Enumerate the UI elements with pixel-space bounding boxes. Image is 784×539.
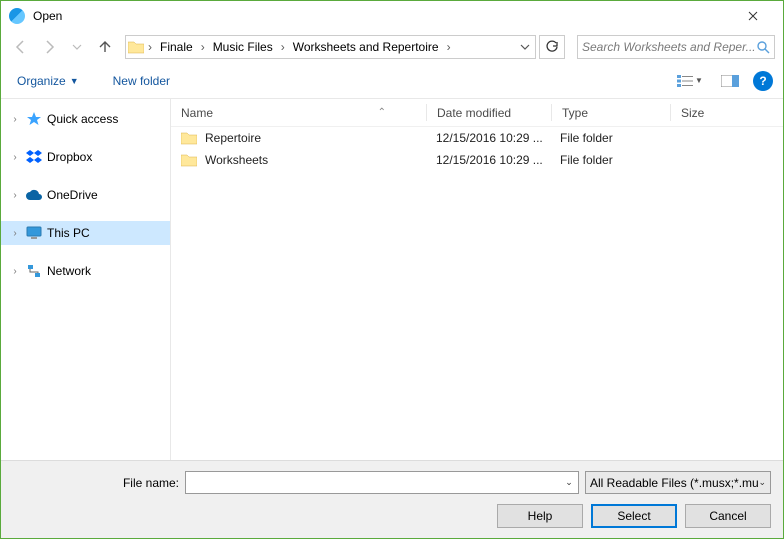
organize-label: Organize (17, 74, 66, 88)
file-date: 12/15/2016 10:29 ... (426, 153, 550, 167)
folder-icon (126, 36, 146, 58)
preview-pane-button[interactable] (713, 70, 747, 92)
network-icon (25, 263, 43, 279)
column-header-name[interactable]: Name ⌃ (171, 106, 426, 120)
arrow-up-icon (97, 39, 113, 55)
main-area: › Quick access › Dropbox › OneDrive › (1, 99, 783, 460)
nav-item-network[interactable]: › Network (1, 259, 170, 283)
filename-label: File name: (1, 476, 179, 490)
refresh-icon (545, 40, 559, 54)
file-row[interactable]: Worksheets 12/15/2016 10:29 ... File fol… (171, 149, 783, 171)
breadcrumb[interactable]: › Finale › Music Files › Worksheets and … (125, 35, 536, 59)
chevron-down-icon[interactable]: ⌄ (560, 477, 578, 488)
close-button[interactable] (731, 1, 775, 31)
chevron-right-icon: › (279, 40, 287, 54)
file-name: Worksheets (205, 153, 268, 167)
app-icon (9, 8, 25, 24)
file-type-filter[interactable]: All Readable Files (*.musx;*.mu ⌄ (585, 471, 771, 494)
search-icon (756, 40, 770, 54)
help-button[interactable]: Help (497, 504, 583, 528)
back-button[interactable] (9, 35, 33, 59)
new-folder-button[interactable]: New folder (107, 70, 176, 92)
breadcrumb-item[interactable]: Music Files (207, 36, 279, 58)
chevron-right-icon: › (146, 40, 154, 54)
chevron-down-icon: ⌄ (758, 477, 766, 488)
expander-icon[interactable]: › (9, 152, 21, 163)
file-date: 12/15/2016 10:29 ... (426, 131, 550, 145)
recent-dropdown[interactable] (65, 35, 89, 59)
nav-item-onedrive[interactable]: › OneDrive (1, 183, 170, 207)
breadcrumb-history-button[interactable] (515, 42, 535, 52)
help-icon: ? (759, 74, 766, 88)
expander-icon[interactable]: › (9, 190, 21, 201)
filter-text: All Readable Files (*.musx;*.mu (590, 476, 758, 490)
nav-item-this-pc[interactable]: › This PC (1, 221, 170, 245)
expander-icon[interactable]: › (9, 114, 21, 125)
title-bar: Open (1, 1, 783, 31)
chevron-right-icon: › (199, 40, 207, 54)
nav-label: Quick access (47, 112, 118, 126)
view-mode-button[interactable]: ▼ (673, 70, 707, 92)
chevron-down-icon: ▼ (70, 76, 79, 86)
breadcrumb-item[interactable]: Worksheets and Repertoire (287, 36, 445, 58)
nav-item-quick-access[interactable]: › Quick access (1, 107, 170, 131)
column-header-row: Name ⌃ Date modified Type Size (171, 99, 783, 127)
folder-icon (181, 153, 197, 167)
search-box[interactable] (577, 35, 775, 59)
nav-label: This PC (47, 226, 90, 240)
breadcrumb-item[interactable]: Finale (154, 36, 199, 58)
chevron-down-icon (520, 42, 530, 52)
window-title: Open (33, 9, 62, 23)
select-button[interactable]: Select (591, 504, 677, 528)
cancel-button[interactable]: Cancel (685, 504, 771, 528)
file-name: Repertoire (205, 131, 261, 145)
column-header-type[interactable]: Type (552, 106, 670, 120)
nav-item-dropbox[interactable]: › Dropbox (1, 145, 170, 169)
monitor-icon (25, 225, 43, 241)
forward-button[interactable] (37, 35, 61, 59)
nav-label: Network (47, 264, 91, 278)
list-view-icon (677, 75, 693, 87)
search-input[interactable] (582, 40, 756, 54)
chevron-right-icon: › (445, 40, 453, 54)
column-header-date[interactable]: Date modified (427, 106, 551, 120)
cloud-icon (25, 187, 43, 203)
close-icon (748, 11, 758, 21)
file-type: File folder (550, 153, 668, 167)
up-button[interactable] (93, 35, 117, 59)
arrow-left-icon (13, 39, 29, 55)
toolbar: Organize ▼ New folder ▼ ? (1, 63, 783, 99)
dropbox-icon (25, 149, 43, 165)
filename-combobox[interactable]: ⌄ (185, 471, 579, 494)
file-type: File folder (550, 131, 668, 145)
organize-menu[interactable]: Organize ▼ (11, 70, 85, 92)
navigation-pane: › Quick access › Dropbox › OneDrive › (1, 99, 170, 460)
preview-pane-icon (721, 75, 739, 87)
sort-indicator-icon: ⌃ (378, 107, 386, 118)
new-folder-label: New folder (113, 74, 170, 88)
nav-label: OneDrive (47, 188, 98, 202)
column-header-size[interactable]: Size (671, 106, 783, 120)
filename-input[interactable] (186, 476, 560, 490)
chevron-down-icon: ▼ (695, 76, 703, 85)
expander-icon[interactable]: › (9, 266, 21, 277)
bottom-panel: File name: ⌄ All Readable Files (*.musx;… (1, 460, 783, 538)
expander-icon[interactable]: › (9, 228, 21, 239)
chevron-down-icon (72, 42, 82, 52)
refresh-button[interactable] (539, 35, 565, 59)
arrow-right-icon (41, 39, 57, 55)
folder-icon (181, 131, 197, 145)
address-bar: › Finale › Music Files › Worksheets and … (1, 31, 783, 63)
star-icon (25, 111, 43, 127)
file-list: Name ⌃ Date modified Type Size Repertoir… (170, 99, 783, 460)
nav-label: Dropbox (47, 150, 92, 164)
file-row[interactable]: Repertoire 12/15/2016 10:29 ... File fol… (171, 127, 783, 149)
help-button[interactable]: ? (753, 71, 773, 91)
